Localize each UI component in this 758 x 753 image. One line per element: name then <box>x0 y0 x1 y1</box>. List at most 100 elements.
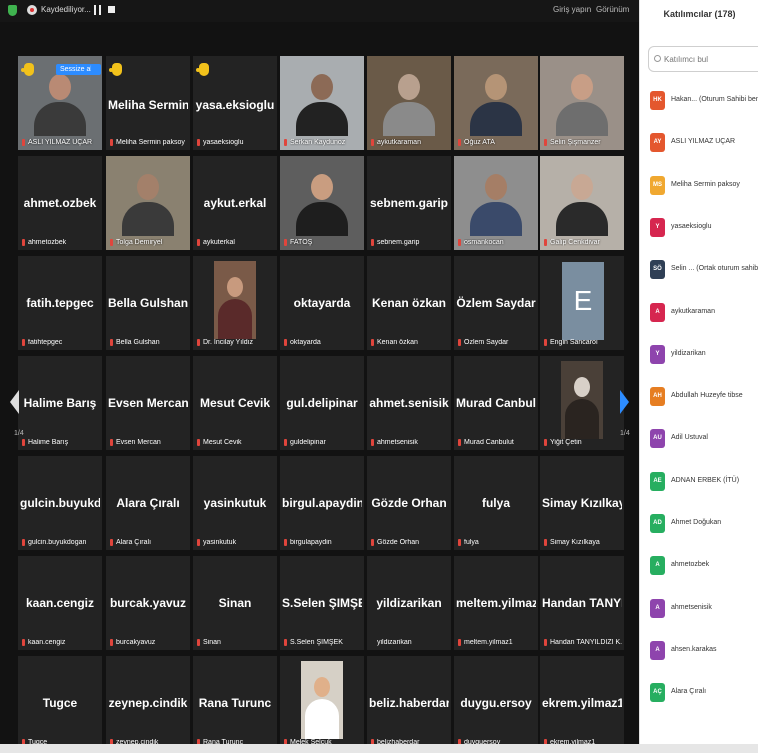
participant-list-item[interactable]: Aahmetozbek <box>650 556 758 576</box>
muted-mic-icon <box>458 439 461 446</box>
participant-list-item[interactable]: Yyildizarikan <box>650 344 758 365</box>
participant-video <box>106 156 190 250</box>
security-shield-icon[interactable] <box>8 5 17 16</box>
participant-list-item[interactable]: Aahsen.karakas <box>650 640 758 661</box>
participant-tile[interactable]: Halime Barış Halime Barış <box>18 356 102 450</box>
participant-tile[interactable]: Sessize al ASLI YILMAZ UÇAR <box>18 56 102 150</box>
participant-list-item[interactable]: SÖ Selin ... (Ortak oturum sahibi) <box>650 260 758 280</box>
mute-button[interactable]: Sessize al <box>56 64 96 75</box>
participant-tile[interactable]: Tugce Tugce <box>18 656 102 750</box>
participant-tile[interactable]: ahmet.senisik ahmetsenisik <box>367 356 451 450</box>
muted-mic-icon <box>110 439 113 446</box>
participant-tile[interactable]: yildizarikan yildizarikan <box>367 556 451 650</box>
participant-tile[interactable]: gulcin.buyukdo... gulcin.buyukdogan <box>18 456 102 550</box>
participant-tile[interactable]: Özlem Saydar Özlem Saydar <box>454 256 538 350</box>
participant-list-item[interactable]: AY ASLI YILMAZ UÇAR <box>650 133 758 153</box>
next-page-icon[interactable] <box>620 390 629 414</box>
view-button[interactable]: Görünüm <box>596 5 629 14</box>
participant-tile[interactable]: osmankocan <box>454 156 538 250</box>
participant-tile[interactable]: sebnem.garip sebnem.garip <box>367 156 451 250</box>
muted-mic-icon <box>197 639 200 646</box>
participant-name: burcak.yavuz <box>109 596 187 610</box>
participants-panel: Katılımcılar (178) HK Hakan... (Oturum Sa… <box>639 0 758 753</box>
muted-mic-icon <box>458 639 461 646</box>
participant-list-item[interactable]: AH Abdullah Huzeyfe tibse <box>650 387 758 407</box>
muted-mic-icon <box>22 139 25 146</box>
participant-tile[interactable]: yasinkutuk yasinkutuk <box>193 456 277 550</box>
participant-tile[interactable]: Yiğit Çetin <box>540 356 624 450</box>
participant-tile[interactable]: E Engin Sancaroı <box>540 256 624 350</box>
participant-tile[interactable]: duygu.ersoy duyguersoy <box>454 656 538 750</box>
participant-tile[interactable]: Gözde Orhan Gözde Orhan <box>367 456 451 550</box>
participant-tile[interactable]: gul.delipinar guldelipinar <box>280 356 364 450</box>
participant-tile[interactable]: aykutkaraman <box>367 56 451 150</box>
participant-tile[interactable]: Tolga Demiryel <box>106 156 190 250</box>
participant-tile[interactable]: Melek Selcuk <box>280 656 364 750</box>
participant-tile[interactable]: burcak.yavuz burcakyavuz <box>106 556 190 650</box>
participant-tile[interactable]: FATOŞ <box>280 156 364 250</box>
participant-tile[interactable]: Sinan Sinan <box>193 556 277 650</box>
participant-list-item[interactable]: Yyasaeksioglu <box>650 217 758 238</box>
participant-list-item[interactable]: AE ADNAN ERBEK (İTÜ) <box>650 471 758 492</box>
participant-name: Mesut Cevik <box>199 396 271 410</box>
participant-tile[interactable]: kaan.cengiz kaan.cengiz <box>18 556 102 650</box>
participant-list-name: Abdullah Huzeyfe tibse <box>671 392 743 400</box>
more-options-button[interactable] <box>91 64 101 75</box>
participant-tile[interactable]: fulya fulya <box>454 456 538 550</box>
participant-name: ahmet.ozbek <box>23 196 97 210</box>
participant-list-name: yildizarikan <box>671 349 706 357</box>
participant-tile[interactable]: Murad Canbulut Murad Canbulut <box>454 356 538 450</box>
participant-video <box>540 56 624 150</box>
participant-tile[interactable]: ahmet.ozbek ahmetozbek <box>18 156 102 250</box>
participant-tile[interactable]: Selin Şişmanzer <box>540 56 624 150</box>
participant-list-item[interactable]: Aahmetsenisik <box>650 598 758 619</box>
participant-list-item[interactable]: MS Meliha Sermin paksoy <box>650 175 758 196</box>
participant-list-item[interactable]: HK Hakan... (Oturum Sahibi ben) <box>650 91 758 111</box>
participant-tile[interactable]: Kenan özkan Kenan özkan <box>367 256 451 350</box>
participant-label: Sinan <box>203 639 221 646</box>
participant-tile[interactable]: S.Selen ŞIMŞEK S.Selen ŞIMŞEK <box>280 556 364 650</box>
previous-page-icon[interactable] <box>10 390 19 414</box>
search-input[interactable] <box>664 52 754 66</box>
participant-search[interactable] <box>648 46 758 72</box>
participant-tile[interactable]: Dr. Incilay Yıldız <box>193 256 277 350</box>
participant-tile[interactable]: Rana Turunc Rana Turunc <box>193 656 277 750</box>
avatar: HK <box>650 91 665 110</box>
pause-recording-icon[interactable] <box>94 5 101 15</box>
participant-tile[interactable]: Galip Cenkdivar <box>540 156 624 250</box>
participant-tile[interactable]: ekrem.yilmaz1 ekrem.yilmaz1 <box>540 656 624 750</box>
participant-video <box>367 56 451 150</box>
participant-list-item[interactable]: AÇ Alara Çıralı <box>650 683 758 703</box>
avatar: A <box>650 640 665 660</box>
participant-tile[interactable]: Simay Kızılkaya Simay Kızılkaya <box>540 456 624 550</box>
participant-tile[interactable]: birgul.apaydin birgulapaydin <box>280 456 364 550</box>
participant-tile[interactable]: oktayarda oktayarda <box>280 256 364 350</box>
muted-mic-icon <box>371 339 374 346</box>
participant-tile[interactable]: beliz.haberdar belizhaberdar <box>367 656 451 750</box>
participant-tile[interactable]: Oğuz ATA <box>454 56 538 150</box>
participant-tile[interactable]: Meliha Sermin... Meliha Sermin paksoy <box>106 56 190 150</box>
participant-name: meltem.yilmaz1 <box>456 596 536 610</box>
search-icon <box>654 55 661 62</box>
participant-tile[interactable]: meltem.yilmaz1 meltem.yilmaz1 <box>454 556 538 650</box>
sign-in-link[interactable]: Giriş yapın <box>553 5 591 14</box>
participant-tile[interactable]: Serkan Kaydunoz <box>280 56 364 150</box>
participant-tile[interactable]: aykut.erkal aykuterkal <box>193 156 277 250</box>
participant-tile[interactable]: Alara Çıralı Alara Çıralı <box>106 456 190 550</box>
participant-label: Tolga Demiryel <box>116 239 163 246</box>
stop-recording-icon[interactable] <box>108 6 115 13</box>
participant-label: S.Selen ŞIMŞEK <box>290 639 343 646</box>
participant-tile[interactable]: zeynep.cindik zeynep.cindik <box>106 656 190 750</box>
participant-list-item[interactable]: Aaykutkaraman <box>650 302 758 323</box>
participant-list-item[interactable]: AD Ahmet Doğukan <box>650 514 758 534</box>
participant-tile[interactable]: Bella Gulshan Bella Gulshan <box>106 256 190 350</box>
participant-tile[interactable]: fatih.tepgec fatihtepgec <box>18 256 102 350</box>
participant-label: ASLI YILMAZ UÇAR <box>28 139 93 146</box>
participant-list-item[interactable]: AU Adil Ustuval <box>650 429 758 449</box>
participant-tile[interactable]: Handan TANYIL... Handan TANYILDIZI K... <box>540 556 624 650</box>
participant-tile[interactable]: Mesut Cevik Mesut Cevik <box>193 356 277 450</box>
raised-hand-icon <box>109 63 122 76</box>
muted-mic-icon <box>110 539 113 546</box>
participant-tile[interactable]: Evsen Mercan Evsen Mercan <box>106 356 190 450</box>
participant-tile[interactable]: yasa.eksioglu yasaeksioglu <box>193 56 277 150</box>
